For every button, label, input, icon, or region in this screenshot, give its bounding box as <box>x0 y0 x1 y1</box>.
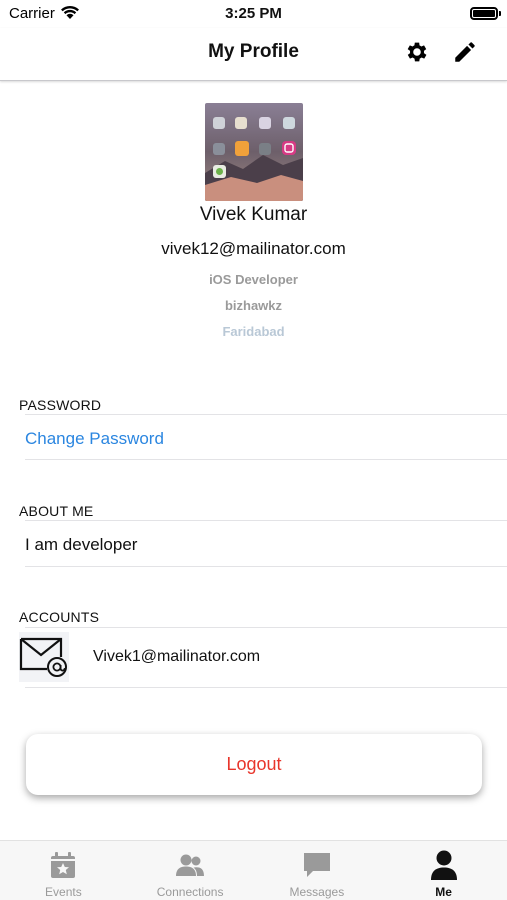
divider <box>25 520 507 521</box>
tab-bar: Events Connections Messages Me <box>0 840 507 900</box>
tab-events[interactable]: Events <box>0 841 127 900</box>
edit-profile-button[interactable] <box>449 38 481 70</box>
account-row[interactable]: Vivek1@mailinator.com <box>19 631 507 683</box>
profile-name: Vivek Kumar <box>199 204 308 225</box>
tab-me[interactable]: Me <box>380 841 507 900</box>
accounts-section-header: ACCOUNTS <box>19 609 100 625</box>
tab-connections[interactable]: Connections <box>127 841 254 900</box>
tab-label: Events <box>45 885 82 899</box>
change-password-link[interactable]: Change Password <box>25 429 164 449</box>
tab-label: Me <box>435 885 452 899</box>
divider <box>25 414 507 415</box>
calendar-star-icon <box>47 849 79 881</box>
person-icon <box>428 849 460 881</box>
pencil-icon <box>452 39 478 70</box>
logout-label: Logout <box>226 754 282 774</box>
gear-icon <box>404 39 430 70</box>
navigation-bar: My Profile <box>0 28 507 81</box>
about-section-header: ABOUT ME <box>19 503 94 519</box>
tab-messages[interactable]: Messages <box>254 841 381 900</box>
account-email: Vivek1@mailinator.com <box>93 648 261 665</box>
divider <box>25 566 507 567</box>
divider <box>25 459 507 460</box>
tab-label: Connections <box>156 885 224 899</box>
status-bar: Carrier 3:25 PM <box>0 0 507 28</box>
tab-label: Messages <box>289 885 345 899</box>
clock: 3:25 PM <box>225 5 282 22</box>
chat-bubble-icon <box>301 849 333 881</box>
people-icon <box>174 849 206 881</box>
divider <box>25 627 507 628</box>
divider <box>25 687 507 688</box>
profile-email: vivek12@mailinator.com <box>161 239 346 258</box>
settings-button[interactable] <box>401 38 433 70</box>
profile-city: Faridabad <box>222 324 285 339</box>
avatar[interactable] <box>205 103 303 201</box>
logout-button[interactable]: Logout <box>26 734 482 795</box>
mail-at-icon <box>19 632 69 682</box>
password-section-header: PASSWORD <box>19 397 102 413</box>
profile-company: bizhawkz <box>224 298 283 313</box>
battery-icon <box>470 7 501 20</box>
about-me-text: I am developer <box>25 535 138 554</box>
profile-role: iOS Developer <box>209 272 298 287</box>
